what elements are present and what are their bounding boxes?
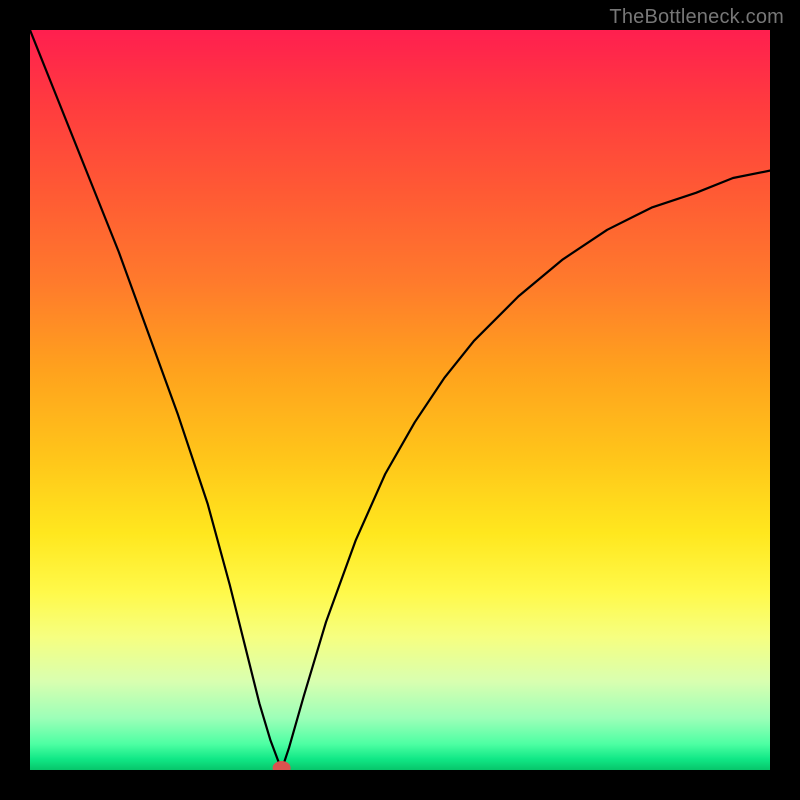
bottleneck-curve: [30, 30, 770, 770]
watermark-text: TheBottleneck.com: [609, 6, 784, 29]
bottleneck-curve-path: [30, 30, 770, 770]
chart-stage: TheBottleneck.com: [0, 0, 800, 800]
optimal-point-marker: [273, 761, 291, 770]
plot-area: [30, 30, 770, 770]
